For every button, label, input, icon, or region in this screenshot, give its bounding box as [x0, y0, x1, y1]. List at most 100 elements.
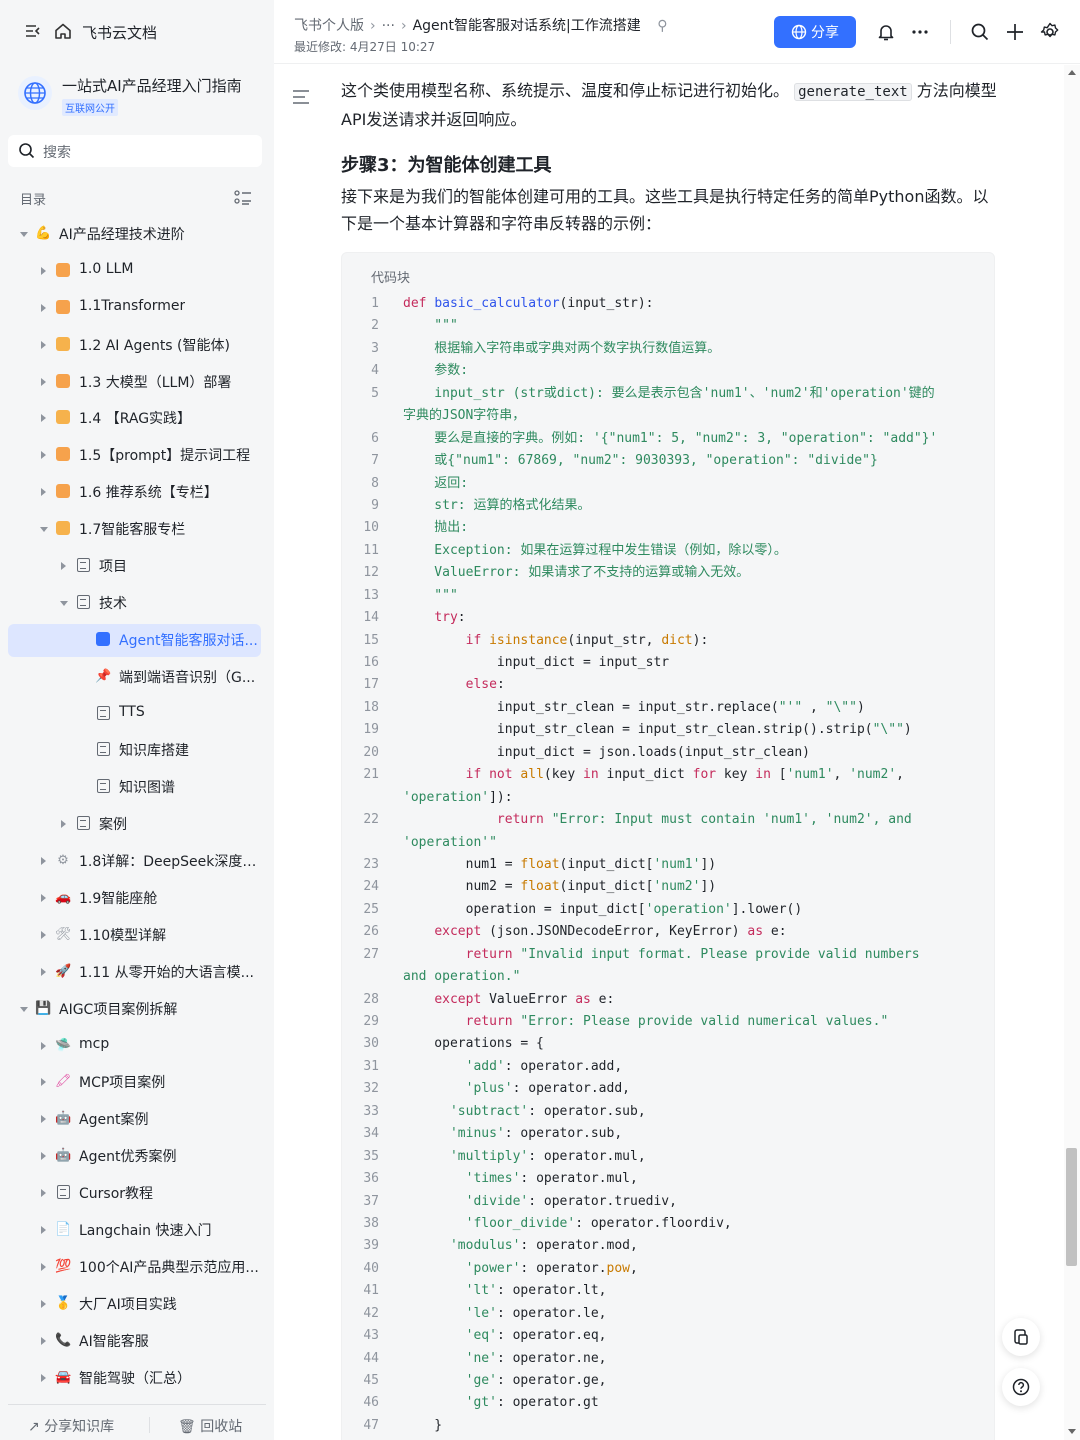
chevron-right-icon[interactable] — [41, 894, 46, 903]
sidebar-item[interactable]: 1.0 LLM — [0, 253, 274, 290]
chevron-right-icon[interactable] — [41, 1226, 46, 1235]
toc-list-icon[interactable] — [234, 189, 252, 211]
scrollbar[interactable] — [1064, 65, 1080, 1440]
sidebar-item[interactable]: 📌 端到端语音识别（G... — [0, 659, 274, 696]
sidebar-item[interactable]: 💾 AIGC项目案例拆解 — [0, 991, 274, 1028]
sidebar-item[interactable]: 1.6 推荐系统【专栏】 — [0, 474, 274, 511]
bell-icon[interactable] — [876, 22, 896, 42]
code-token: return — [496, 812, 552, 828]
chevron-right-icon[interactable] — [41, 857, 46, 866]
pin-icon[interactable]: ⚲ — [657, 18, 667, 34]
chevron-right-icon[interactable] — [41, 266, 46, 275]
chevron-right-icon[interactable] — [41, 1336, 46, 1345]
chevron-right-icon[interactable] — [41, 1299, 46, 1308]
code-token: 'operation'" — [403, 834, 497, 850]
code-line: 10 抛出: — [342, 517, 996, 539]
search-input[interactable]: 搜索 — [8, 135, 262, 167]
sidebar-item[interactable]: 🚀 1.11 从零开始的大语言模... — [0, 954, 274, 991]
chevron-right-icon[interactable] — [41, 1262, 46, 1271]
sidebar-item[interactable]: ⚙ 1.8详解：DeepSeek深度推... — [0, 843, 274, 880]
help-button[interactable] — [1002, 1368, 1040, 1406]
chevron-right-icon[interactable] — [41, 1373, 46, 1382]
sidebar-item[interactable]: 1.7智能客服专栏 — [0, 511, 274, 548]
sidebar-item[interactable]: 🤖 Agent案例 — [0, 1101, 274, 1138]
breadcrumb-current[interactable]: Agent智能客服对话系统|工作流搭建 — [413, 18, 641, 34]
sidebar-item[interactable]: 案例 — [0, 806, 274, 843]
code-token: "\"" — [872, 722, 904, 738]
code-token: ValueError — [481, 991, 576, 1007]
sidebar-header: 飞书云文档 — [0, 0, 274, 64]
chevron-right-icon[interactable] — [41, 1041, 46, 1050]
sidebar-item[interactable]: 🥇 大厂AI项目实践 — [0, 1286, 274, 1323]
sidebar-item[interactable]: 🚗 1.9智能座舱 — [0, 880, 274, 917]
code-token: "'" — [778, 699, 803, 715]
share-kb-button[interactable]: ↗ 分享知识库 — [28, 1416, 114, 1436]
sidebar-item-label: 案例 — [99, 817, 127, 834]
sidebar-item[interactable]: 📞 AI智能客服 — [0, 1323, 274, 1360]
sidebar-item[interactable]: 1.3 大模型（LLM）部署 — [0, 364, 274, 401]
sidebar-item[interactable]: 💪 AI产品经理技术进阶 — [0, 216, 274, 253]
sidebar-item[interactable]: 📄 Langchain 快速入门 — [0, 1212, 274, 1249]
sidebar-item[interactable]: 1.5【prompt】提示词工程 — [0, 437, 274, 474]
sidebar-item[interactable]: 💯 100个AI产品典型示范应用... — [0, 1249, 274, 1286]
sidebar-item[interactable]: 🛠 1.10模型详解 — [0, 917, 274, 954]
chevron-right-icon[interactable] — [41, 414, 46, 423]
chevron-right-icon[interactable] — [41, 1189, 46, 1198]
recycle-bin-button[interactable]: 🗑 回收站 — [178, 1416, 242, 1436]
sidebar-item[interactable]: 🚘 智能驾驶（汇总） — [0, 1360, 274, 1397]
chevron-right-icon[interactable] — [41, 340, 46, 349]
chevron-right-icon[interactable] — [41, 930, 46, 939]
chevron-right-icon[interactable] — [41, 1152, 46, 1161]
home-icon[interactable] — [54, 22, 74, 42]
chevron-right-icon[interactable] — [41, 1078, 46, 1087]
sidebar-item[interactable]: 1.2 AI Agents (智能体) — [0, 327, 274, 364]
emoji-icon: 🛠 — [55, 926, 72, 942]
code-line: 字典的JSON字符串， — [342, 405, 996, 427]
sidebar-item[interactable]: 知识图谱 — [0, 769, 274, 806]
chevron-down-icon[interactable] — [40, 527, 48, 533]
knowledge-base-card[interactable]: 一站式AI产品经理入门指南 互联网公开 — [18, 72, 268, 122]
sidebar-item[interactable]: 🖍 MCP项目案例 — [0, 1064, 274, 1101]
code-block[interactable]: 代码块 1 def basic_calculator(input_str): 2 "… — [341, 252, 995, 1440]
gear-icon[interactable] — [1040, 22, 1060, 42]
code-token: except — [434, 991, 482, 1007]
more-icon[interactable] — [910, 22, 930, 42]
sidebar-item[interactable]: 知识库搭建 — [0, 732, 274, 769]
copy-doc-button[interactable] — [1002, 1318, 1040, 1356]
chevron-right-icon[interactable] — [41, 377, 46, 386]
chevron-right-icon[interactable] — [41, 488, 46, 497]
scroll-down-arrow[interactable] — [1068, 1429, 1076, 1434]
share-button[interactable]: 分享 — [774, 16, 856, 48]
chevron-down-icon[interactable] — [20, 1006, 28, 1012]
breadcrumb-root[interactable]: 飞书个人版 — [294, 18, 364, 34]
code-line: 33 'subtract': operator.sub, — [342, 1101, 996, 1123]
sidebar-item[interactable]: 🛸 mcp — [0, 1028, 274, 1065]
sidebar-item[interactable]: TTS — [0, 696, 274, 733]
collapse-sidebar-icon[interactable] — [24, 22, 44, 42]
sidebar-item[interactable]: 技术 — [0, 585, 274, 622]
chevron-right-icon[interactable] — [41, 451, 46, 460]
line-number: 19 — [363, 722, 379, 738]
sidebar-item[interactable]: Agent智能客服对话... — [0, 622, 274, 659]
chevron-right-icon[interactable] — [61, 820, 66, 829]
app-title[interactable]: 飞书云文档 — [82, 22, 157, 43]
code-token: [ — [770, 767, 787, 783]
chevron-right-icon[interactable] — [61, 562, 66, 571]
sidebar-item[interactable]: 1.1Transformer — [0, 290, 274, 327]
chevron-right-icon[interactable] — [41, 303, 46, 312]
scroll-thumb[interactable] — [1066, 1148, 1077, 1266]
code-line: 3 根据输入字符串或字典对两个数字执行数值运算。 — [342, 338, 996, 360]
sidebar-item[interactable]: 🤖 Agent优秀案例 — [0, 1138, 274, 1175]
chevron-right-icon[interactable] — [41, 1115, 46, 1124]
scroll-up-arrow[interactable] — [1068, 70, 1076, 75]
outline-icon[interactable] — [292, 89, 310, 109]
chevron-down-icon[interactable] — [60, 600, 68, 606]
chevron-down-icon[interactable] — [20, 232, 28, 237]
sidebar-item[interactable]: 1.4 【RAG实践】 — [0, 400, 274, 437]
breadcrumb-more[interactable]: ··· — [382, 18, 395, 34]
plus-icon[interactable] — [1005, 22, 1025, 42]
sidebar-item[interactable]: 项目 — [0, 548, 274, 585]
search-icon[interactable] — [970, 22, 990, 42]
chevron-right-icon[interactable] — [41, 967, 46, 976]
sidebar-item[interactable]: Cursor教程 — [0, 1175, 274, 1212]
